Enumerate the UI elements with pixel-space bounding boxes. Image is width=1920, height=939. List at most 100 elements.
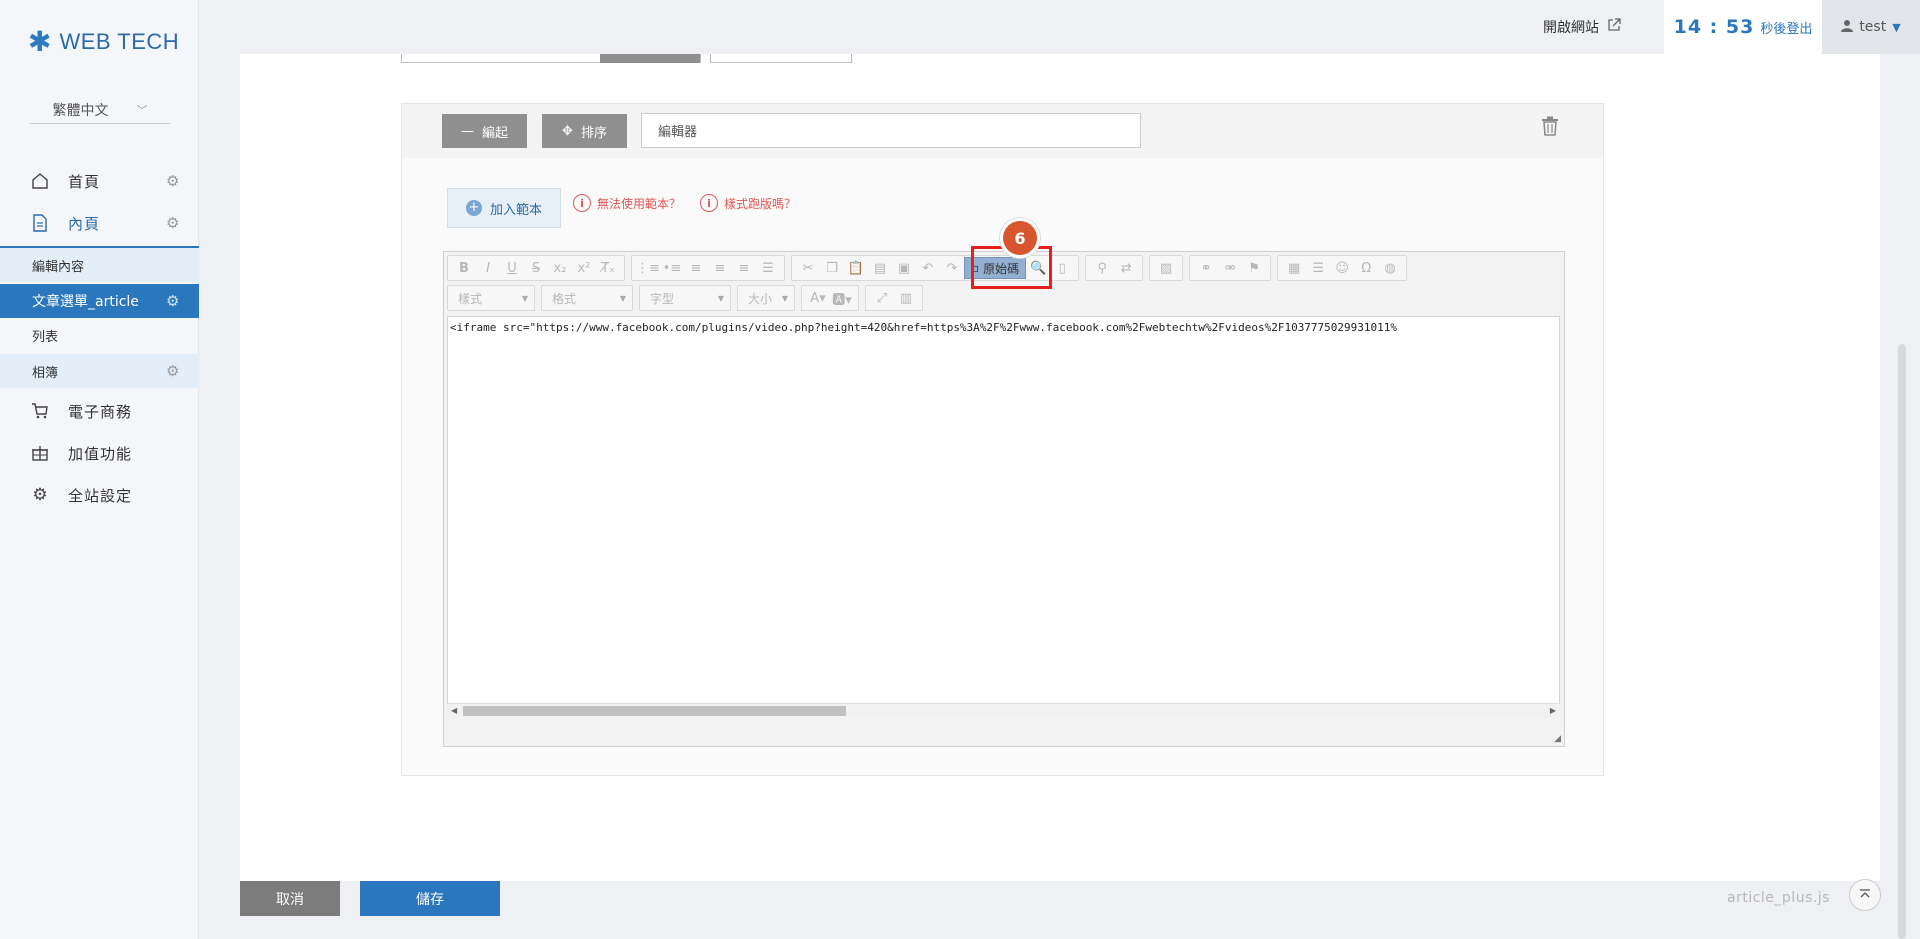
sort-button[interactable]: ✥ 排序 (542, 114, 627, 148)
horizontal-line-icon[interactable]: ☰ (1306, 257, 1330, 279)
bg-color-icon[interactable]: 🅰▾ (830, 287, 854, 309)
save-button[interactable]: 儲存 (360, 881, 500, 916)
subitem-label: 文章選單_article (32, 294, 139, 310)
nav-item-addons[interactable]: 加值功能 (0, 434, 199, 472)
add-template-button[interactable]: + 加入範本 (447, 188, 561, 228)
redo-icon[interactable]: ↷ (940, 257, 964, 279)
align-right-icon[interactable]: ≡ (732, 257, 756, 279)
toolbar-group-find: ⚲ ⇄ (1085, 255, 1144, 281)
style-help-link[interactable]: i 樣式跑版嗎？ (700, 194, 796, 212)
maximize-icon[interactable]: ⤢ (870, 287, 894, 309)
nav-item-label: 電子商務 (68, 402, 133, 421)
subitem-album[interactable]: 相簿 ⚙ (0, 354, 199, 388)
remove-format-icon[interactable]: T̸ₓ (596, 257, 620, 279)
collapse-button[interactable]: — 編起 (442, 114, 527, 148)
size-dropdown[interactable]: 大小 ▼ (737, 285, 795, 311)
back-to-top-button[interactable] (1849, 879, 1881, 911)
subitem-edit-content[interactable]: 編輯內容 (0, 248, 199, 282)
language-value: 繁體中文 (52, 102, 109, 119)
nav-item-pages[interactable]: 內頁 ⚙ (0, 204, 199, 242)
caret-down-icon: ▼ (781, 293, 788, 303)
align-justify-icon[interactable]: ☰ (756, 257, 780, 279)
format-dropdown[interactable]: 格式 ▼ (541, 285, 633, 311)
find-icon[interactable]: ⚲ (1090, 257, 1114, 279)
logo-text: WEB TECH (59, 29, 180, 54)
toolbar-group-basic: B I U S x₂ x² T̸ₓ (447, 255, 625, 281)
template-help-label: 無法使用範本？ (597, 196, 682, 211)
bulleted-list-icon[interactable]: •≡ (660, 257, 684, 279)
copy-icon[interactable]: ❐ (820, 257, 844, 279)
scrollbar-thumb[interactable] (1898, 344, 1906, 939)
open-site-button[interactable]: 開啟網站 (1500, 0, 1664, 54)
link-icon[interactable]: ⚭ (1194, 257, 1218, 279)
move-icon: ✥ (562, 123, 573, 139)
user-menu[interactable]: test ▼ (1822, 0, 1920, 54)
smiley-icon[interactable]: ☺ (1330, 257, 1354, 279)
undo-icon[interactable]: ↶ (916, 257, 940, 279)
font-label: 字型 (650, 291, 675, 306)
show-blocks-icon[interactable]: ▥ (894, 287, 918, 309)
trash-icon[interactable] (1541, 116, 1559, 141)
horizontal-scrollbar[interactable]: ◀ ▶ (447, 703, 1560, 717)
block-title-input[interactable]: 編輯器 (641, 113, 1141, 148)
unlink-icon[interactable]: ⚮ (1218, 257, 1242, 279)
align-left-icon[interactable]: ≡ (684, 257, 708, 279)
gear-icon[interactable]: ⚙ (166, 362, 179, 380)
replace-icon[interactable]: ⇄ (1114, 257, 1138, 279)
underline-icon[interactable]: U (500, 257, 524, 279)
scroll-right-icon[interactable]: ▶ (1550, 706, 1556, 715)
superscript-icon[interactable]: x² (572, 257, 596, 279)
cut-icon[interactable]: ✂ (796, 257, 820, 279)
subitem-label: 列表 (32, 329, 59, 345)
source-code-textarea[interactable]: <iframe src="https://www.facebook.com/pl… (447, 316, 1560, 717)
templates-icon[interactable]: ▯ (1050, 257, 1074, 279)
paste-word-icon[interactable]: ▣ (892, 257, 916, 279)
table-icon[interactable]: ▦ (1282, 257, 1306, 279)
caret-down-icon: ▼ (521, 293, 528, 303)
align-center-icon[interactable]: ≡ (708, 257, 732, 279)
strikethrough-icon[interactable]: S (524, 257, 548, 279)
subitem-list[interactable]: 列表 (0, 318, 199, 352)
nav-item-label: 全站設定 (68, 486, 133, 505)
cancel-button[interactable]: 取消 (240, 881, 340, 916)
paste-text-icon[interactable]: ▤ (868, 257, 892, 279)
previous-block-fragment (600, 54, 700, 63)
info-icon: i (700, 194, 718, 212)
gear-icon[interactable]: ⚙ (166, 214, 179, 232)
anchor-flag-icon[interactable]: ⚑ (1242, 257, 1266, 279)
page-scrollbar[interactable] (1893, 54, 1911, 939)
text-color-icon[interactable]: A▾ (806, 287, 830, 309)
collapse-label: 編起 (481, 125, 508, 141)
font-dropdown[interactable]: 字型 ▼ (639, 285, 731, 311)
subscript-icon[interactable]: x₂ (548, 257, 572, 279)
gear-icon[interactable]: ⚙ (166, 292, 179, 310)
nav-item-ecommerce[interactable]: 電子商務 (0, 392, 199, 430)
logo[interactable]: ✱ WEB TECH (28, 28, 179, 56)
countdown-value: 14 : 53 (1673, 16, 1755, 38)
bold-icon[interactable]: B (452, 257, 476, 279)
toolbar-group-view: ⤢ ▥ (865, 285, 923, 311)
gift-icon (30, 443, 50, 463)
scroll-left-icon[interactable]: ◀ (451, 706, 457, 715)
numbered-list-icon[interactable]: ⋮≡ (636, 257, 660, 279)
styles-dropdown[interactable]: 樣式 ▼ (447, 285, 535, 311)
italic-icon[interactable]: I (476, 257, 500, 279)
special-char-icon[interactable]: Ω (1354, 257, 1378, 279)
nav-item-home[interactable]: 首頁 ⚙ (0, 162, 199, 200)
size-label: 大小 (748, 291, 773, 306)
image-icon[interactable]: ▨ (1154, 257, 1178, 279)
toolbar-group-insert: ▦ ☰ ☺ Ω ◍ (1277, 255, 1408, 281)
subitem-article-menu[interactable]: 文章選單_article ⚙ (0, 284, 199, 318)
iframe-globe-icon[interactable]: ◍ (1378, 257, 1402, 279)
language-select[interactable]: 繁體中文 ﹀ (30, 96, 170, 124)
scrollbar-thumb[interactable] (463, 706, 846, 716)
gear-icon[interactable]: ⚙ (166, 172, 179, 190)
caret-down-icon: ▼ (717, 293, 724, 303)
toolbar-group-colors: A▾ 🅰▾ (801, 285, 859, 311)
resize-handle-icon[interactable]: ◢ (1554, 734, 1561, 744)
template-help-link[interactable]: i 無法使用範本？ (573, 194, 681, 212)
subitem-label: 相簿 (32, 365, 59, 381)
paste-icon[interactable]: 📋 (844, 257, 868, 279)
snowflake-logo-icon: ✱ (28, 25, 52, 58)
nav-item-site-settings[interactable]: ⚙ 全站設定 (0, 476, 199, 514)
